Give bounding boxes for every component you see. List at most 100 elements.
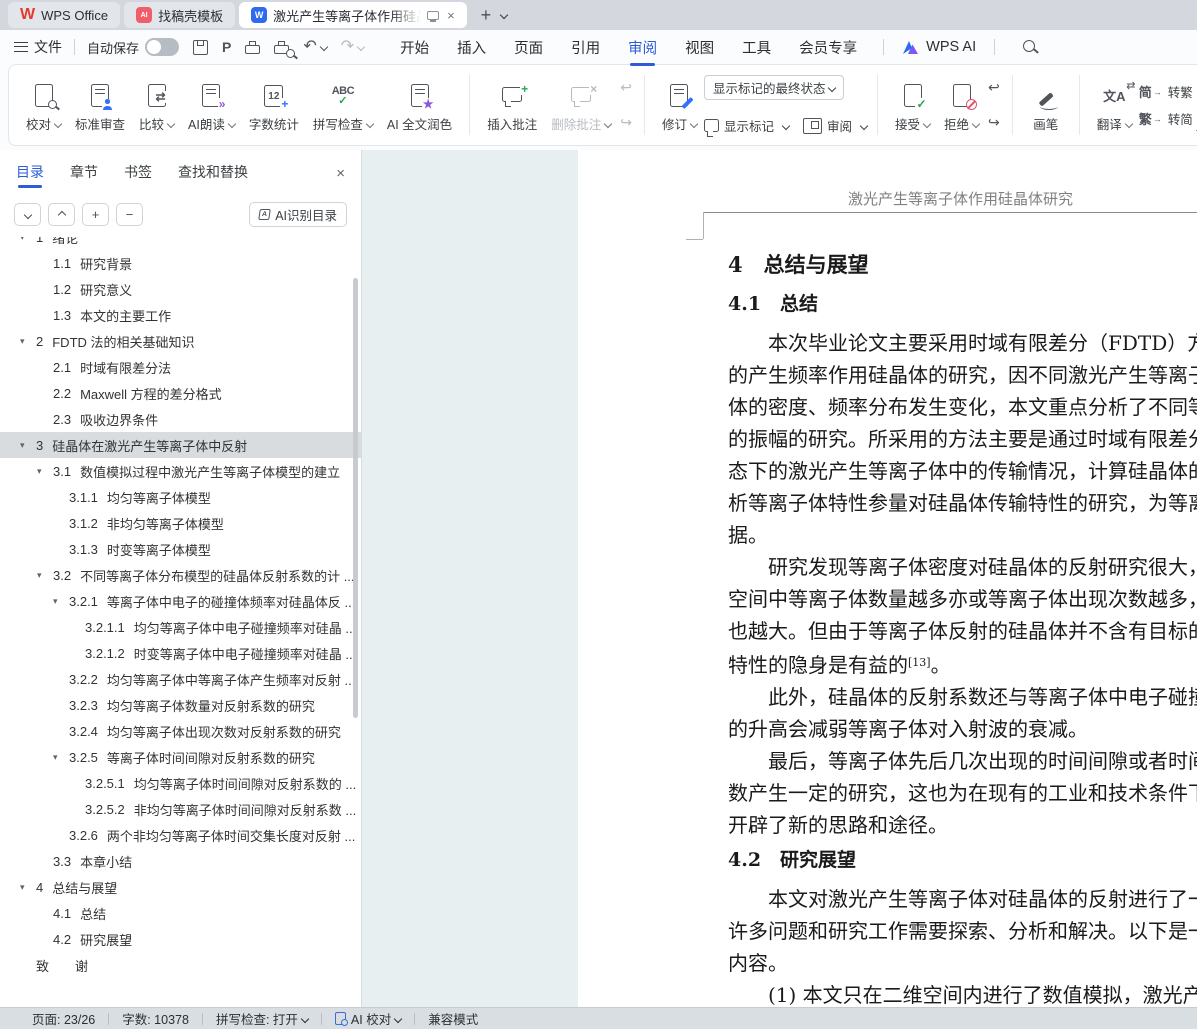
spell-check-button[interactable]: ABC✓ 拼写检查 [306,77,380,133]
file-menu-button[interactable]: 文件 [14,37,62,57]
collapse-arrow-icon[interactable]: ▾ [20,336,36,347]
collapse-arrow-icon[interactable]: ▾ [37,570,53,581]
toc-item[interactable]: 4.1总结 [0,900,361,926]
doc-line[interactable]: 开辟了新的思路和途径。 [728,809,1197,841]
toc-item[interactable]: ▾3硅晶体在激光产生等离子体中反射 [0,432,361,458]
toc-item[interactable]: 3.2.6两个非均匀等离子体时间交集长度对反射 ... [0,822,361,848]
toc-item[interactable]: 2.2Maxwell 方程的差分格式 [0,380,361,406]
next-change-button[interactable]: ↪ [988,114,1000,131]
collapse-arrow-icon[interactable]: ▾ [53,752,69,763]
to-traditional-button[interactable]: 简→ 转繁 [1139,82,1193,101]
menu-reference[interactable]: 引用 [557,31,614,64]
markup-state-select[interactable]: 显示标记的最终状态 [704,75,844,100]
screen-share-icon[interactable] [427,11,439,20]
menu-review[interactable]: 审阅 [614,31,671,64]
print-button[interactable] [245,40,260,54]
sidebar-tab-contents[interactable]: 目录 [16,162,44,188]
doc-line[interactable]: 析等离子体特性参量对硅晶体传输特性的研究，为等离子体用于干扰 [728,487,1197,519]
page-indicator[interactable]: 页面: 23/26 [32,1009,95,1028]
print-preview-button[interactable] [274,40,289,54]
collapse-arrow-icon[interactable]: ▾ [20,237,36,243]
toc-item[interactable]: 2.1时域有限差分法 [0,354,361,380]
doc-line[interactable]: 也越大。但由于等离子体反射的硅晶体并不含有目标的特征信息，因 [728,615,1197,647]
toc-item[interactable]: 2.3吸收边界条件 [0,406,361,432]
menu-tools[interactable]: 工具 [728,31,785,64]
insert-comment-button[interactable]: + 插入批注 [480,77,544,133]
document-content[interactable]: 4 总结与展望 4.1 总结 本次毕业论文主要采用时域有限差分（FDTD）方法研究… [728,248,1197,1007]
to-simplified-button[interactable]: 繁→ 转简 [1139,109,1193,128]
toc-item[interactable]: 3.2.5.2非均匀等离子体时间间隙对反射系数 ... [0,796,361,822]
toc-item[interactable]: ▾2FDTD 法的相关基础知识 [0,328,361,354]
toc-item[interactable]: 1.1研究背景 [0,250,361,276]
document-page[interactable]: 激光产生等离子体作用硅晶体研究 4 总结与展望4.1 总结 本次毕业论文主要采用… [578,150,1197,1007]
doc-line[interactable]: 数产生一定的研究，这也为在现有的工业和技术条件下提高等离子体 [728,777,1197,809]
doc-heading-2[interactable]: 4.1 总结 [728,289,1197,319]
doc-line[interactable]: 最后，等离子体先后几次出现的时间间隙或者时间交集的长度也 [728,745,1197,777]
sidebar-tab-bookmarks[interactable]: 书签 [124,162,152,188]
menu-insert[interactable]: 插入 [443,31,500,64]
toc-item[interactable]: 3.1.1均匀等离子体模型 [0,484,361,510]
menu-page[interactable]: 页面 [500,31,557,64]
doc-line[interactable]: 内容。 [728,947,1197,979]
tab-docer-template[interactable]: AI 找稿壳模板 [124,2,235,28]
doc-line[interactable]: (1) 本文只在二维空间内进行了数值模拟，激光产生等离子体照 [728,979,1197,1007]
toc-item[interactable]: 1.3本文的主要工作 [0,302,361,328]
undo-button[interactable]: ↶ [303,39,326,55]
close-sidebar-icon[interactable]: × [336,165,345,186]
menu-home[interactable]: 开始 [386,31,443,64]
doc-line[interactable]: 特性的隐身是有益的[13]。 [728,647,1197,681]
doc-line[interactable]: 本次毕业论文主要采用时域有限差分（FDTD）方法研究激光产 [728,327,1197,359]
doc-line[interactable]: 研究发现等离子体密度对硅晶体的反射研究很大，等离子体产生 [728,551,1197,583]
wps-ai-button[interactable]: WPS AI [896,39,982,55]
new-tab-button[interactable]: + [481,5,492,26]
redo-chevron-icon[interactable] [357,43,365,51]
zoom-in-outline-button[interactable]: + [82,203,109,226]
citation-superscript[interactable]: [13] [908,656,931,669]
doc-line[interactable]: 的升高会减弱等离子体对入射波的衰减。 [728,713,1197,745]
toc-item[interactable]: ▾3.2.1等离子体中电子的碰撞体频率对硅晶体反 ... [0,588,361,614]
tab-list-chevron-icon[interactable] [500,11,508,19]
reject-button[interactable]: 拒绝 [937,77,986,133]
toc-item[interactable]: 3.2.3均匀等离子体数量对反射系数的研究 [0,692,361,718]
toc-item[interactable]: 4.2研究展望 [0,926,361,952]
delete-comment-button[interactable]: × 删除批注 [544,77,618,133]
doc-line[interactable]: 的振幅的研究。所采用的方法主要是通过时域有限差分方法模拟硅晶 [728,423,1197,455]
zoom-out-outline-button[interactable]: − [116,203,143,226]
ai-polish-button[interactable]: ★ AI 全文润色 [380,77,459,133]
doc-heading-2[interactable]: 4.2 研究展望 [728,845,1197,875]
toc-item[interactable]: 3.3本章小结 [0,848,361,874]
toc-item[interactable]: 3.2.1.1均匀等离子体中电子碰撞频率对硅晶 ... [0,614,361,640]
sidebar-tab-find-replace[interactable]: 查找和替换 [178,162,248,188]
track-changes-button[interactable]: 修订 [655,77,704,133]
toc-item[interactable]: 3.1.2非均匀等离子体模型 [0,510,361,536]
collapse-arrow-icon[interactable]: ▾ [37,466,53,477]
autosave-toggle[interactable] [145,38,179,56]
doc-heading-1[interactable]: 4 总结与展望 [728,248,1197,282]
undo-chevron-icon[interactable] [320,43,328,51]
collapse-all-button[interactable] [48,203,75,226]
toc-item[interactable]: 3.2.1.2时变等离子体中电子碰撞频率对硅晶 ... [0,640,361,666]
proofread-button[interactable]: 校对 [19,77,68,133]
toc-item[interactable]: ▾3.2.5等离子体时间间隙对反射系数的研究 [0,744,361,770]
sidebar-scrollbar[interactable] [353,278,358,718]
menu-member[interactable]: 会员专享 [785,31,871,64]
toc-item[interactable]: ▾3.2不同等离子体分布模型的硅晶体反射系数的计 ... [0,562,361,588]
brush-button[interactable]: 画笔 [1023,77,1069,133]
toc-item[interactable]: 3.1.3时变等离子体模型 [0,536,361,562]
ai-recognize-toc-button[interactable]: A AI识别目录 [249,202,347,227]
sidebar-tab-chapters[interactable]: 章节 [70,162,98,188]
toc-item[interactable]: 致 谢 [0,952,361,977]
tab-document-active[interactable]: W 激光产生等离子体作用硅晶体 × [239,2,467,28]
collapse-arrow-icon[interactable]: ▾ [20,440,36,451]
toc-item[interactable]: ▾3.1数值模拟过程中激光产生等离子体模型的建立 [0,458,361,484]
redo-button[interactable]: ↷ [341,39,364,55]
doc-line[interactable]: 态下的激光产生等离子体中的传输情况，计算硅晶体的反射系数变化 [728,455,1197,487]
next-comment-button[interactable]: ↪ [620,114,632,131]
doc-line[interactable]: 本文对激光产生等离子体对硅晶体的反射进行了一些基础性研究 [728,883,1197,915]
toc-item[interactable]: ▾1绪论 [0,237,361,250]
doc-line[interactable]: 许多问题和研究工作需要探索、分析和解决。以下是一些亟待解决的 [728,915,1197,947]
word-count-button[interactable]: 12+ 字数统计 [242,77,306,133]
compare-button[interactable]: ⇄ 比较 [132,77,181,133]
accept-button[interactable]: ✓ 接受 [888,77,937,133]
previous-change-button[interactable]: ↩ [988,79,1000,96]
